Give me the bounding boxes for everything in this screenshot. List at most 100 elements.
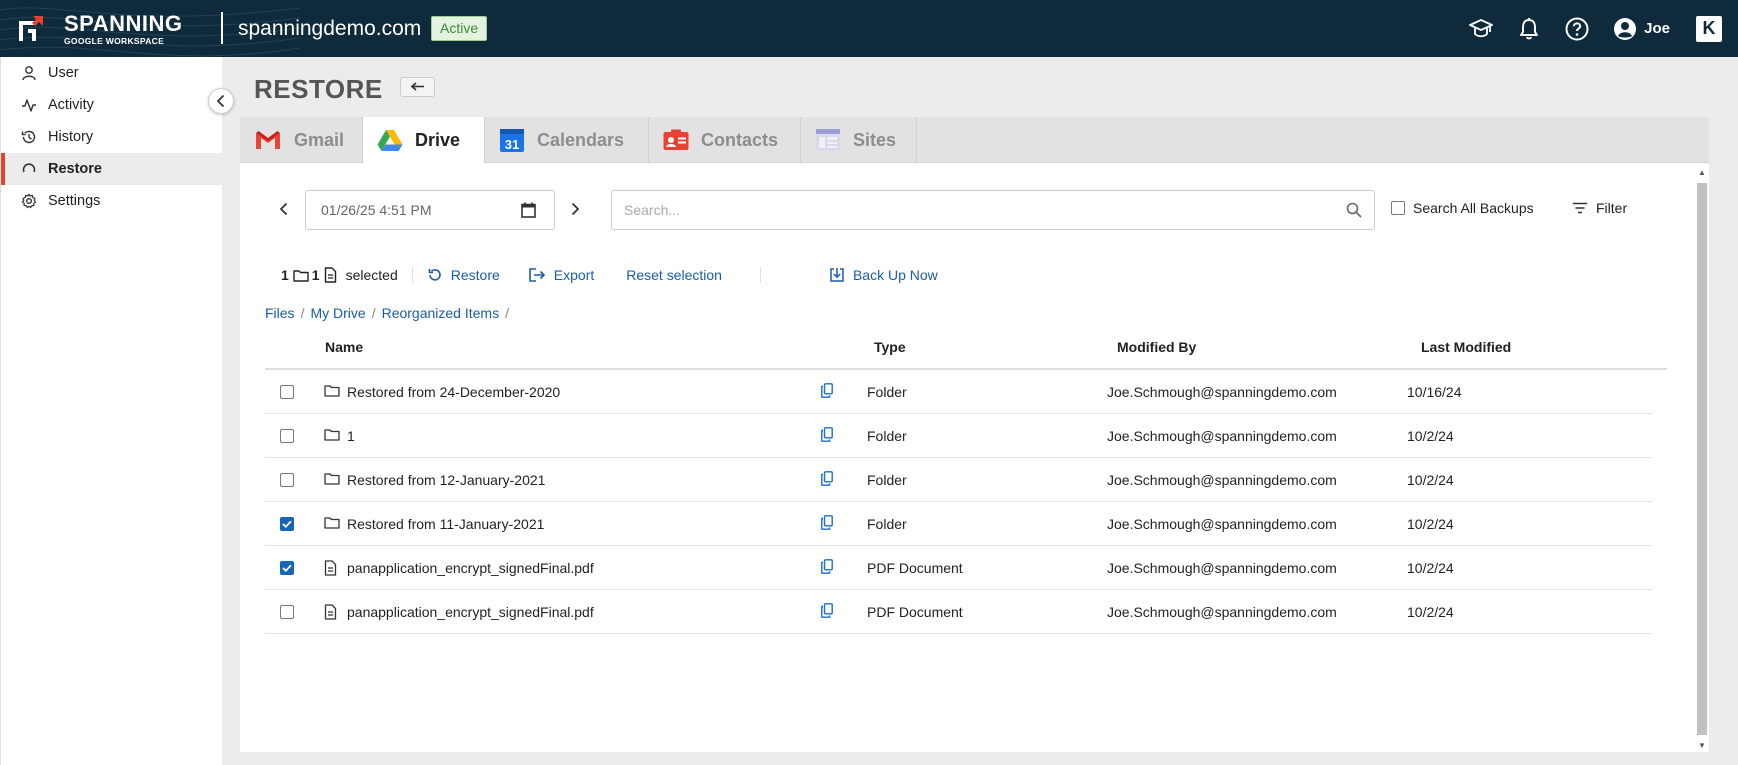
row-checkbox[interactable] <box>280 429 294 443</box>
copy-icon[interactable] <box>821 427 833 445</box>
row-type: Folder <box>867 428 907 444</box>
row-name[interactable]: panapplication_encrypt_signedFinal.pdf <box>347 604 594 620</box>
search-all-backups-checkbox[interactable] <box>1391 201 1405 215</box>
tab-sites[interactable]: Sites <box>801 117 917 163</box>
breadcrumb-my-drive[interactable]: My Drive <box>310 305 365 321</box>
collapse-sidebar-button[interactable] <box>208 88 234 114</box>
table-row[interactable]: panapplication_encrypt_signedFinal.pdf PD… <box>265 590 1652 634</box>
search-input[interactable] <box>612 191 1312 229</box>
scrollbar-thumb[interactable] <box>1697 183 1707 735</box>
backup-date-value: 01/26/25 4:51 PM <box>321 202 432 218</box>
copy-icon[interactable] <box>821 383 833 401</box>
breadcrumb-files[interactable]: Files <box>265 305 295 321</box>
search-all-backups[interactable]: Search All Backups <box>1391 200 1534 216</box>
restore-icon <box>22 163 36 173</box>
column-header-type[interactable]: Type <box>874 339 906 355</box>
column-header-modified-by[interactable]: Modified By <box>1117 339 1196 355</box>
copy-icon[interactable] <box>821 515 833 533</box>
restore-button[interactable]: Restore <box>427 267 500 283</box>
sidebar-item-restore[interactable]: Restore <box>1 153 222 185</box>
copy-icon[interactable] <box>821 471 833 489</box>
folder-icon <box>293 269 309 282</box>
row-checkbox[interactable] <box>280 561 294 575</box>
calendar-icon[interactable] <box>521 202 536 218</box>
activity-icon <box>22 99 36 112</box>
restore-label: Restore <box>450 267 500 283</box>
table-row[interactable]: Restored from 12-January-2021 Folder Joe.S… <box>265 458 1652 502</box>
sidebar-item-activity[interactable]: Activity <box>1 89 222 121</box>
bell-icon[interactable] <box>1516 16 1542 42</box>
scroll-up-icon[interactable]: ▲ <box>1698 168 1706 177</box>
next-backup-button[interactable] <box>566 200 584 218</box>
copy-icon[interactable] <box>821 603 833 621</box>
row-modified-by: Joe.Schmough@spanningdemo.com <box>1107 472 1337 488</box>
panel-scrollbar[interactable]: ▲ ▼ <box>1695 166 1709 751</box>
sidebar-item-label: History <box>48 129 94 145</box>
column-header-last-modified[interactable]: Last Modified <box>1421 339 1511 355</box>
back-arrow-icon <box>410 82 424 91</box>
backup-date-picker[interactable]: 01/26/25 4:51 PM <box>305 190 555 230</box>
divider <box>411 267 413 283</box>
table-row[interactable]: Restored from 24-December-2020 Folder Joe.… <box>265 370 1652 414</box>
tab-gmail[interactable]: Gmail <box>240 117 363 163</box>
spanning-logo[interactable]: SPANNING GOOGLE WORKSPACE <box>16 13 183 46</box>
table-row[interactable]: panapplication_encrypt_signedFinal.pdf PD… <box>265 546 1652 590</box>
reset-selection-link[interactable]: Reset selection <box>626 267 722 283</box>
folder-icon <box>324 384 340 400</box>
row-last-modified: 10/2/24 <box>1407 472 1454 488</box>
gmail-icon <box>254 129 282 151</box>
sidebar-item-settings[interactable]: Settings <box>1 185 222 217</box>
row-type: PDF Document <box>867 604 963 620</box>
top-bar: SPANNING GOOGLE WORKSPACE spanningdemo.c… <box>0 0 1738 57</box>
row-checkbox[interactable] <box>280 517 294 531</box>
help-icon[interactable] <box>1564 16 1590 42</box>
user-name[interactable]: Joe <box>1644 20 1670 37</box>
svg-text:31: 31 <box>505 137 519 152</box>
filter-button[interactable]: Filter <box>1572 200 1627 216</box>
contacts-icon <box>663 129 689 151</box>
row-name[interactable]: Restored from 11-January-2021 <box>347 516 544 532</box>
selected-folder-count: 1 <box>281 267 289 283</box>
copy-icon[interactable] <box>821 559 833 577</box>
service-tabs: Gmail Drive 31 Calendars Contacts Sites <box>240 117 1709 163</box>
user-avatar-icon[interactable] <box>1612 16 1638 42</box>
history-icon <box>21 130 36 144</box>
status-badge: Active <box>431 16 488 41</box>
row-name[interactable]: Restored from 24-December-2020 <box>347 384 560 400</box>
gear-icon <box>21 193 37 209</box>
kaseya-badge[interactable]: K <box>1696 15 1722 42</box>
export-button[interactable]: Export <box>528 267 594 283</box>
filter-label: Filter <box>1596 200 1628 216</box>
tab-contacts[interactable]: Contacts <box>649 117 801 163</box>
sidebar-item-history[interactable]: History <box>1 121 222 153</box>
folder-icon <box>324 472 340 488</box>
row-checkbox[interactable] <box>280 605 294 619</box>
file-icon <box>324 267 336 283</box>
row-last-modified: 10/2/24 <box>1407 604 1454 620</box>
row-name[interactable]: Restored from 12-January-2021 <box>347 472 545 488</box>
scroll-down-icon[interactable]: ▼ <box>1698 741 1706 750</box>
row-name[interactable]: panapplication_encrypt_signedFinal.pdf <box>347 560 594 576</box>
breadcrumb-reorganized-items[interactable]: Reorganized Items <box>382 305 500 321</box>
row-type: PDF Document <box>867 560 963 576</box>
previous-backup-button[interactable] <box>275 200 293 218</box>
table-row[interactable]: 1 Folder Joe.Schmough@spanningdemo.com 10/2… <box>265 414 1652 458</box>
chevron-left-icon <box>279 202 288 216</box>
table-row[interactable]: Restored from 11-January-2021 Folder Joe.S… <box>265 502 1652 546</box>
row-checkbox[interactable] <box>280 385 294 399</box>
row-name[interactable]: 1 <box>347 428 355 444</box>
graduation-cap-icon[interactable] <box>1468 16 1494 42</box>
drive-icon <box>377 129 403 152</box>
back-button[interactable] <box>400 77 435 97</box>
tab-calendars[interactable]: 31 Calendars <box>485 117 649 163</box>
back-up-now-button[interactable]: Back Up Now <box>829 267 938 283</box>
calendar-icon: 31 <box>499 127 525 153</box>
tab-drive[interactable]: Drive <box>363 117 485 163</box>
search-icon[interactable] <box>1346 202 1362 218</box>
table-header: Name Type Modified By Last Modified <box>265 330 1667 370</box>
sidebar-item-user[interactable]: User <box>1 57 222 89</box>
back-up-now-label: Back Up Now <box>852 267 938 283</box>
row-checkbox[interactable] <box>280 473 294 487</box>
tab-label: Contacts <box>701 129 779 150</box>
column-header-name[interactable]: Name <box>325 339 363 355</box>
